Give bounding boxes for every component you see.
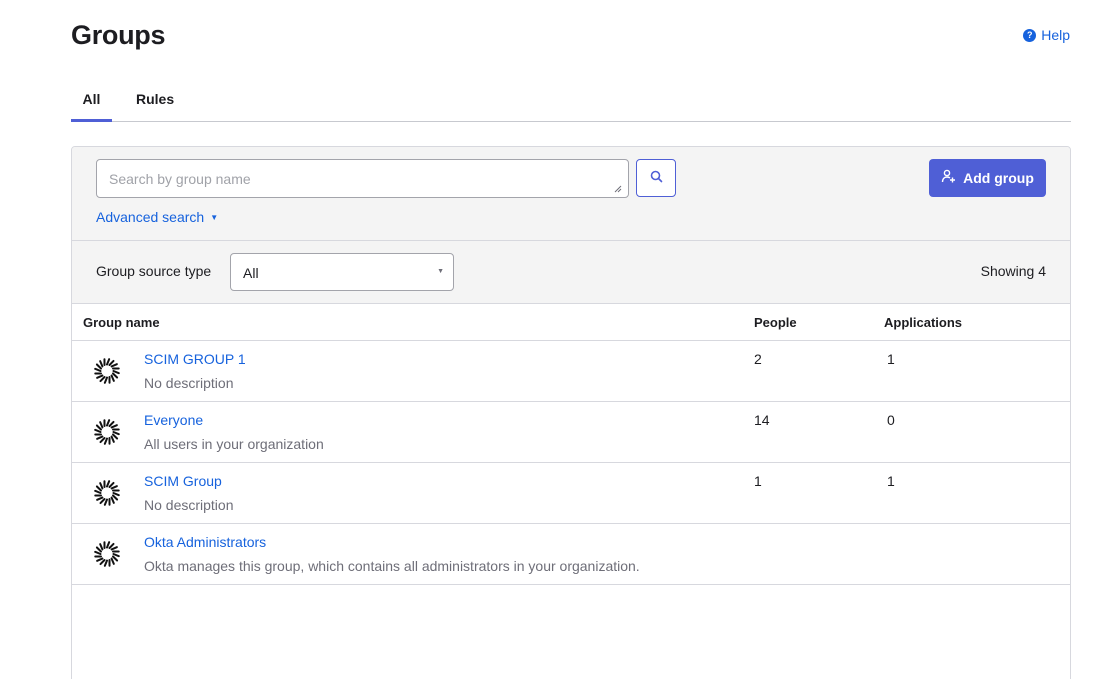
people-count: 2 [754, 351, 762, 367]
column-header-people: People [754, 315, 797, 330]
showing-count: Showing 4 [980, 263, 1046, 279]
add-group-label: Add group [963, 170, 1034, 186]
table-row: SCIM Group No description 1 1 [72, 463, 1070, 524]
search-button[interactable] [636, 159, 676, 197]
help-icon: ? [1023, 28, 1037, 42]
group-source-type-select[interactable]: All ▼ [230, 253, 454, 291]
okta-group-icon [94, 480, 120, 506]
column-header-group-name: Group name [83, 315, 160, 330]
tab-rules[interactable]: Rules [136, 80, 174, 122]
applications-count: 1 [887, 473, 895, 489]
filter-area: Group source type All ▼ Showing 4 [72, 241, 1070, 304]
group-description: Okta manages this group, which contains … [144, 558, 640, 574]
group-source-type-label: Group source type [96, 263, 212, 279]
tab-all[interactable]: All [71, 80, 112, 122]
column-header-applications: Applications [884, 315, 963, 330]
search-icon [650, 170, 663, 186]
group-description: No description [144, 497, 234, 513]
applications-count: 1 [887, 351, 895, 367]
help-link[interactable]: ? Help [1023, 27, 1070, 43]
table-row: Everyone All users in your organization … [72, 402, 1070, 463]
caret-down-icon: ▼ [210, 212, 219, 222]
okta-group-icon [94, 358, 120, 384]
resize-handle-icon[interactable] [613, 184, 622, 193]
people-count: 14 [754, 412, 770, 428]
table-row: SCIM GROUP 1 No description 2 1 [72, 341, 1070, 402]
page-title: Groups [71, 20, 166, 50]
people-count: 1 [754, 473, 762, 489]
advanced-search-link[interactable]: Advanced search ▼ [96, 209, 218, 225]
group-description: All users in your organization [144, 436, 324, 452]
group-name-link[interactable]: SCIM GROUP 1 [144, 351, 246, 367]
add-group-button[interactable]: Add group [929, 159, 1046, 197]
okta-group-icon [94, 541, 120, 567]
group-name-link[interactable]: SCIM Group [144, 473, 222, 489]
group-source-type-value: All [243, 265, 259, 281]
table-header: Group name People Applications [72, 304, 1070, 341]
search-input[interactable] [96, 159, 629, 198]
search-area: Add group Advanced search ▼ [72, 147, 1070, 241]
add-user-icon [941, 169, 956, 187]
group-name-link[interactable]: Everyone [144, 412, 203, 428]
applications-count: 0 [887, 412, 895, 428]
okta-group-icon [94, 419, 120, 445]
select-arrow-icon: ▼ [437, 268, 444, 275]
groups-panel: Add group Advanced search ▼ Group source… [71, 146, 1071, 679]
advanced-search-label: Advanced search [96, 209, 205, 225]
table-row: Okta Administrators Okta manages this gr… [72, 524, 1070, 585]
group-name-link[interactable]: Okta Administrators [144, 534, 266, 550]
group-description: No description [144, 375, 234, 391]
help-label: Help [1041, 27, 1070, 43]
tab-bar: All Rules [71, 80, 1071, 122]
